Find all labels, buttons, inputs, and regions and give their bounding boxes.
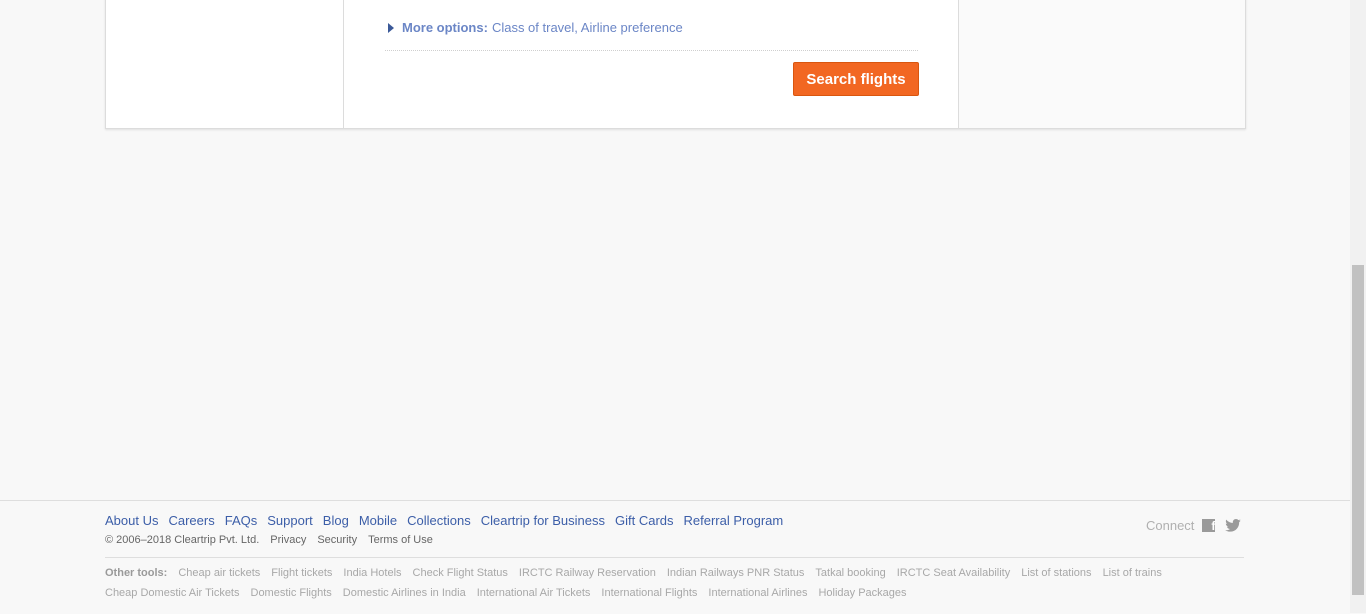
tool-link[interactable]: Flight tickets — [271, 567, 332, 579]
tool-link[interactable]: IRCTC Seat Availability — [897, 567, 1011, 579]
footer-links: About Us Careers FAQs Support Blog Mobil… — [105, 513, 793, 528]
other-tools-row-2: Cheap Domestic Air Tickets Domestic Flig… — [105, 587, 918, 599]
footer-link-about-us[interactable]: About Us — [105, 513, 158, 528]
copyright: © 2006–2018 Cleartrip Pvt. Ltd. — [105, 534, 260, 546]
search-flights-button[interactable]: Search flights — [793, 62, 919, 96]
tool-link[interactable]: Domestic Airlines in India — [343, 587, 466, 599]
twitter-icon[interactable] — [1225, 519, 1242, 532]
tool-link[interactable]: India Hotels — [343, 567, 401, 579]
scrollbar-thumb[interactable] — [1352, 265, 1364, 595]
right-panel — [958, 0, 1245, 128]
footer: About Us Careers FAQs Support Blog Mobil… — [0, 500, 1350, 614]
footer-divider — [105, 557, 1244, 558]
privacy-link[interactable]: Privacy — [270, 534, 306, 546]
tool-link[interactable]: List of trains — [1103, 567, 1162, 579]
tool-link[interactable]: Check Flight Status — [413, 567, 508, 579]
footer-link-careers[interactable]: Careers — [168, 513, 214, 528]
more-options-detail: Class of travel, Airline preference — [491, 20, 683, 35]
footer-link-collections[interactable]: Collections — [407, 513, 471, 528]
tool-link[interactable]: International Airlines — [708, 587, 807, 599]
tool-link[interactable]: Cheap air tickets — [178, 567, 260, 579]
tool-link[interactable]: International Air Tickets — [477, 587, 591, 599]
more-options-label: More options: — [402, 20, 488, 35]
footer-link-business[interactable]: Cleartrip for Business — [481, 513, 605, 528]
left-panel — [106, 0, 344, 128]
tool-link[interactable]: Indian Railways PNR Status — [667, 567, 805, 579]
search-form-card: More options: Class of travel, Airline p… — [105, 0, 1246, 129]
tool-link[interactable]: International Flights — [601, 587, 697, 599]
tool-link[interactable]: Holiday Packages — [818, 587, 906, 599]
tool-link[interactable]: Tatkal booking — [815, 567, 885, 579]
security-link[interactable]: Security — [317, 534, 357, 546]
footer-link-faqs[interactable]: FAQs — [225, 513, 258, 528]
footer-link-gift-cards[interactable]: Gift Cards — [615, 513, 674, 528]
legal-row: © 2006–2018 Cleartrip Pvt. Ltd. Privacy … — [105, 534, 444, 546]
other-tools-row-1: Other tools: Cheap air tickets Flight ti… — [105, 567, 1173, 579]
footer-link-referral[interactable]: Referral Program — [684, 513, 784, 528]
other-tools-label: Other tools: — [105, 567, 168, 579]
tool-link[interactable]: IRCTC Railway Reservation — [519, 567, 656, 579]
connect: Connect f — [1146, 518, 1242, 533]
divider — [385, 50, 918, 51]
footer-link-mobile[interactable]: Mobile — [359, 513, 397, 528]
more-options-toggle[interactable]: More options: Class of travel, Airline p… — [388, 20, 683, 35]
footer-link-support[interactable]: Support — [267, 513, 313, 528]
tool-link[interactable]: Domestic Flights — [251, 587, 332, 599]
caret-right-icon — [388, 22, 394, 33]
footer-link-blog[interactable]: Blog — [323, 513, 349, 528]
terms-link[interactable]: Terms of Use — [368, 534, 433, 546]
tool-link[interactable]: Cheap Domestic Air Tickets — [105, 587, 240, 599]
tool-link[interactable]: List of stations — [1021, 567, 1091, 579]
connect-label: Connect — [1146, 518, 1195, 533]
facebook-icon[interactable]: f — [1202, 519, 1216, 532]
